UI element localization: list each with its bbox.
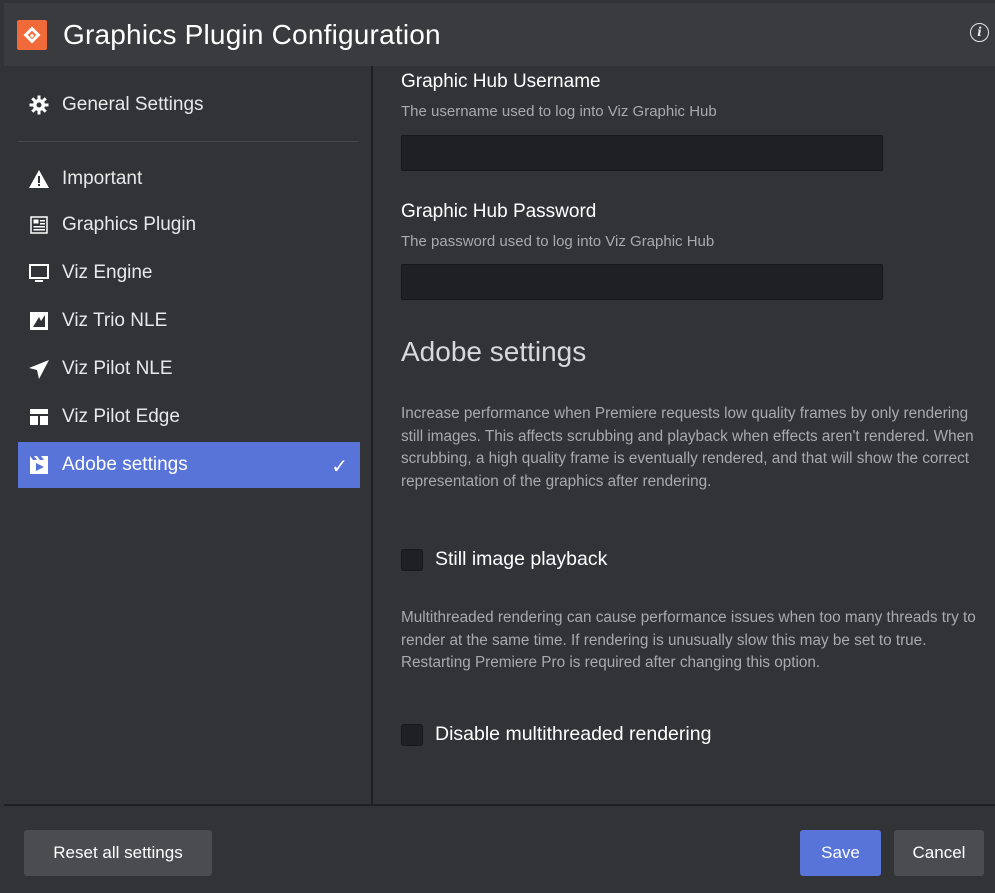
- sidebar-item-label: Graphics Plugin: [62, 214, 197, 235]
- sidebar-item-viz-pilot-nle[interactable]: Viz Pilot NLE: [18, 346, 360, 392]
- password-label: Graphic Hub Password: [401, 201, 597, 222]
- app-logo-icon: [17, 19, 47, 50]
- multithreaded-checkbox[interactable]: [401, 723, 423, 746]
- multithreaded-option[interactable]: Disable multithreaded rendering: [401, 723, 711, 746]
- settings-panel: Graphic Hub Username The username used t…: [373, 66, 995, 804]
- sidebar-item-label: Viz Trio NLE: [62, 310, 168, 331]
- checkmark-icon: ✓: [331, 456, 348, 478]
- sidebar-item-graphics-plugin[interactable]: Graphics Plugin: [18, 202, 360, 248]
- save-button[interactable]: Save: [800, 830, 881, 876]
- title-bar: Graphics Plugin Configuration i: [4, 3, 995, 66]
- clapperboard-icon: [28, 454, 50, 476]
- footer: Reset all settings Save Cancel: [4, 804, 995, 893]
- info-icon[interactable]: i: [970, 23, 989, 42]
- multithreaded-label: Disable multithreaded rendering: [435, 723, 712, 745]
- sidebar-item-important[interactable]: Important: [18, 156, 360, 202]
- sidebar-divider: [18, 141, 359, 142]
- still-image-description: Increase performance when Premiere reque…: [401, 405, 974, 490]
- adobe-settings-heading: Adobe settings: [401, 336, 587, 367]
- still-image-checkbox[interactable]: [401, 548, 423, 571]
- sidebar-item-label: Viz Engine: [62, 262, 153, 283]
- sidebar-item-viz-trio-nle[interactable]: Viz Trio NLE: [18, 298, 360, 344]
- sidebar-item-label: General Settings: [62, 94, 204, 115]
- sidebar-item-adobe-settings[interactable]: Adobe settings ✓: [18, 442, 360, 488]
- layout-icon: [28, 406, 50, 428]
- sidebar-item-general-settings[interactable]: General Settings: [18, 82, 360, 128]
- window-title: Graphics Plugin Configuration: [63, 18, 441, 50]
- gear-icon: [28, 94, 50, 116]
- username-label: Graphic Hub Username: [401, 71, 601, 92]
- username-description: The username used to log into Viz Graphi…: [401, 103, 717, 120]
- reset-all-settings-button[interactable]: Reset all settings: [24, 830, 212, 876]
- paper-plane-icon: [28, 358, 50, 380]
- sidebar-item-label: Viz Pilot NLE: [62, 358, 173, 379]
- cancel-button[interactable]: Cancel: [894, 830, 984, 876]
- username-input[interactable]: [401, 135, 883, 171]
- sidebar-item-label: Viz Pilot Edge: [62, 406, 180, 427]
- sidebar-item-label: Important: [62, 168, 143, 189]
- sidebar-item-label: Adobe settings: [62, 454, 188, 475]
- multithreaded-description: Multithreaded rendering can cause perfor…: [401, 609, 976, 671]
- sidebar-item-viz-engine[interactable]: Viz Engine: [18, 250, 360, 296]
- password-description: The password used to log into Viz Graphi…: [401, 233, 715, 250]
- plugin-icon: [28, 214, 50, 236]
- still-image-option[interactable]: Still image playback: [401, 548, 607, 571]
- sidebar: General Settings Important Graphics Plug…: [4, 66, 373, 804]
- monitor-icon: [28, 262, 50, 284]
- warning-icon: [28, 168, 50, 190]
- sidebar-item-viz-pilot-edge[interactable]: Viz Pilot Edge: [18, 394, 360, 440]
- trio-icon: [28, 310, 50, 332]
- still-image-label: Still image playback: [435, 548, 608, 570]
- password-input[interactable]: [401, 264, 883, 300]
